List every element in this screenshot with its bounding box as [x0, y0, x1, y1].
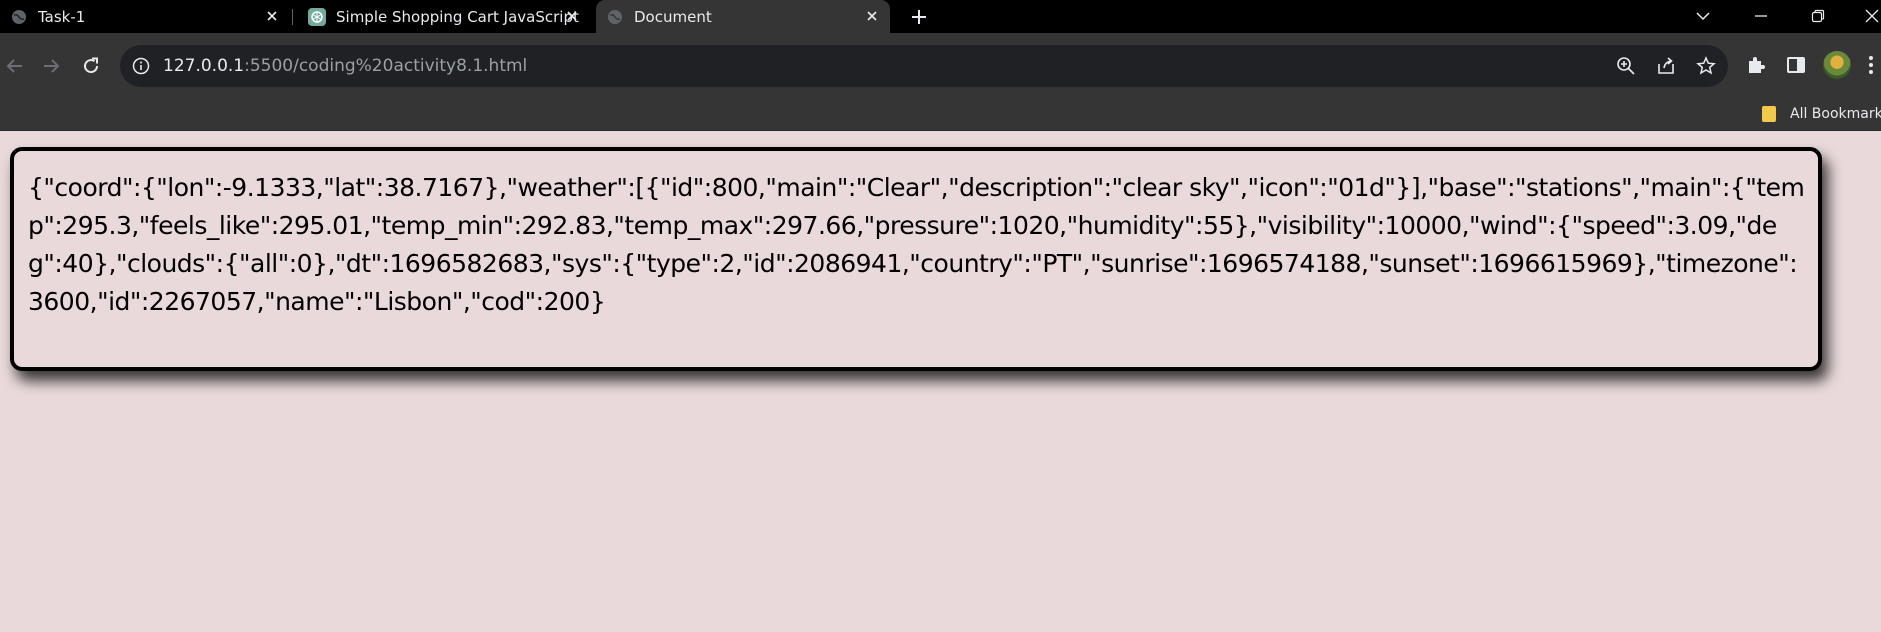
reload-button[interactable] [76, 51, 106, 81]
side-panel-icon[interactable] [1784, 53, 1808, 77]
url-path: :5500/coding%20activity8.1.html [244, 56, 528, 76]
restore-icon[interactable] [1804, 4, 1832, 28]
profile-avatar[interactable] [1823, 51, 1851, 79]
close-icon[interactable] [264, 8, 280, 24]
folder-icon [1762, 106, 1776, 122]
tab-label: Task-1 [38, 7, 86, 26]
menu-icon[interactable] [1868, 55, 1874, 75]
json-output-text: {"coord":{"lon":-9.1333,"lat":38.7167},"… [28, 173, 1805, 316]
url-host: 127.0.0.1 [163, 56, 245, 76]
tab-shopping-cart[interactable]: Simple Shopping Cart JavaScript [298, 0, 590, 33]
tab-document[interactable]: Document [596, 0, 890, 33]
globe-icon [606, 8, 624, 26]
close-window-icon[interactable] [1858, 4, 1881, 28]
globe-icon [10, 8, 28, 26]
tab-label: Document [634, 7, 712, 26]
chatgpt-icon [308, 7, 326, 26]
all-bookmarks-button[interactable]: All Bookmarks [1762, 104, 1881, 124]
close-icon[interactable] [864, 8, 880, 24]
extensions-icon[interactable] [1744, 53, 1768, 77]
tab-separator [292, 9, 293, 25]
tab-strip: Task-1 Simple Shopping Cart JavaScript D… [0, 0, 1881, 33]
back-button[interactable] [0, 51, 30, 81]
browser-toolbar: 127.0.0.1:5500/coding%20activity8.1.html [0, 33, 1881, 98]
zoom-icon[interactable] [1615, 55, 1637, 77]
site-info-icon[interactable] [132, 57, 150, 75]
bookmark-star-icon[interactable] [1695, 55, 1717, 77]
tab-task-1[interactable]: Task-1 [0, 0, 290, 33]
close-icon[interactable] [564, 8, 580, 24]
minimize-icon[interactable] [1747, 4, 1775, 28]
page-content: {"coord":{"lon":-9.1333,"lat":38.7167},"… [0, 131, 1881, 632]
tab-label: Simple Shopping Cart JavaScript [336, 7, 579, 26]
share-icon[interactable] [1655, 55, 1677, 77]
bookmarks-bar: All Bookmarks [0, 98, 1881, 131]
address-bar[interactable]: 127.0.0.1:5500/coding%20activity8.1.html [120, 45, 1728, 87]
new-tab-button[interactable] [908, 6, 930, 28]
forward-button[interactable] [36, 51, 66, 81]
json-output-box: {"coord":{"lon":-9.1333,"lat":38.7167},"… [10, 147, 1822, 371]
all-bookmarks-label: All Bookmarks [1790, 106, 1881, 122]
tab-search-icon[interactable] [1689, 4, 1717, 28]
url-text[interactable]: 127.0.0.1:5500/coding%20activity8.1.html [163, 45, 527, 87]
